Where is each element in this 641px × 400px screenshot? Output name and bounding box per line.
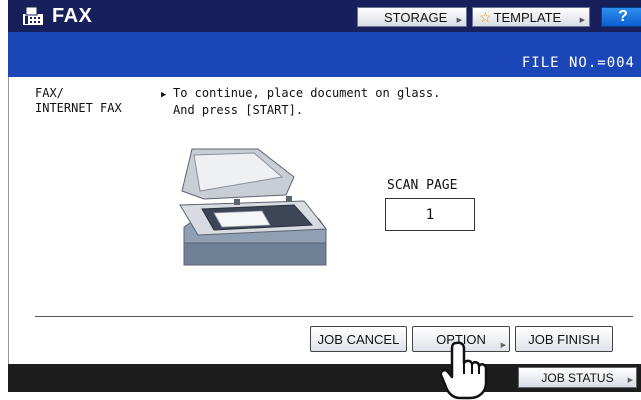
instruction-line2: And press [START].	[173, 103, 304, 117]
submenu-arrow-icon: ▶	[500, 342, 506, 349]
header-band: FILE NO.=004	[8, 32, 641, 77]
hand-pointer-icon	[439, 341, 488, 400]
title-bar: FAX STORAGE ▶ ☆ TEMPLATE ▶ ?	[8, 0, 641, 32]
fax-screen: FAX STORAGE ▶ ☆ TEMPLATE ▶ ? FILE NO.=00…	[0, 0, 641, 400]
mode-label-line2: INTERNET FAX	[35, 101, 122, 115]
help-button[interactable]: ?	[601, 7, 641, 27]
main-panel: FAX/INTERNET FAX ▶ To continue, place doc…	[8, 77, 641, 364]
job-finish-label: JOB FINISH	[528, 331, 600, 347]
template-label: TEMPLATE	[493, 9, 562, 25]
storage-label: STORAGE	[384, 9, 448, 25]
fax-icon	[23, 6, 43, 25]
instruction-line1: To continue, place document on glass.	[173, 86, 441, 100]
divider	[35, 316, 633, 317]
job-status-button[interactable]: JOB STATUS ▶	[518, 367, 637, 388]
job-finish-button[interactable]: JOB FINISH	[515, 326, 613, 352]
scanner-illustration	[179, 148, 327, 266]
mode-label: FAX/INTERNET FAX	[35, 86, 122, 116]
star-icon: ☆	[479, 8, 492, 25]
job-cancel-label: JOB CANCEL	[317, 331, 400, 347]
scan-page-count: 1	[385, 198, 475, 231]
job-status-label: JOB STATUS	[541, 370, 614, 385]
mode-label-line1: FAX/	[35, 86, 64, 100]
app-title: FAX	[52, 5, 93, 27]
submenu-arrow-icon: ▶	[579, 17, 585, 24]
submenu-arrow-icon: ▶	[456, 17, 462, 24]
submenu-arrow-icon: ▶	[627, 377, 633, 384]
status-bar: JOB STATUS ▶	[8, 364, 641, 392]
template-button[interactable]: ☆ TEMPLATE ▶	[472, 7, 590, 27]
storage-button[interactable]: STORAGE ▶	[357, 7, 467, 27]
scan-page-label: SCAN PAGE	[387, 178, 458, 193]
file-number: FILE NO.=004	[521, 55, 635, 71]
instruction-message: ▶ To continue, place document on glass. A…	[161, 86, 440, 118]
job-cancel-button[interactable]: JOB CANCEL	[310, 326, 407, 352]
pointer-arrow-icon: ▶	[161, 90, 167, 100]
